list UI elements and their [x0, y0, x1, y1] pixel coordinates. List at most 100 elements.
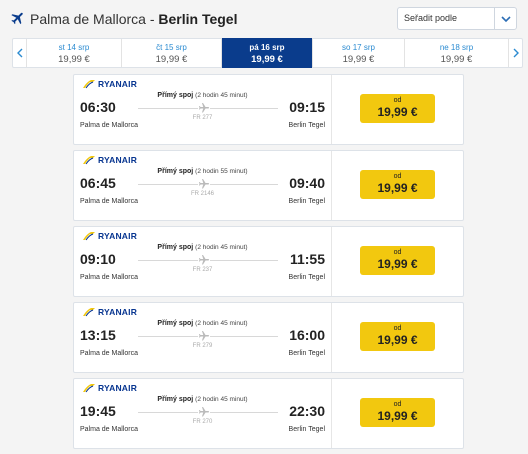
- plane-icon: [198, 406, 210, 418]
- departure-time: 06:45: [80, 175, 116, 191]
- arrival-city: Berlin Tegel: [288, 122, 325, 129]
- flight-number: FR 279: [192, 343, 213, 349]
- arrival-city: Berlin Tegel: [288, 350, 325, 357]
- price-button[interactable]: od 19,99 €: [360, 322, 435, 351]
- plane-icon: [198, 254, 210, 266]
- price-from-label: od: [393, 325, 402, 332]
- date-next-button[interactable]: [508, 39, 522, 67]
- flight-details: RYANAIR Přímý spoj (2 hodin 45 minut) 09…: [74, 227, 331, 296]
- flight-card[interactable]: RYANAIR Přímý spoj (2 hodin 45 minut) 13…: [73, 302, 464, 373]
- arrival-time: 09:40: [289, 175, 325, 191]
- flight-card[interactable]: RYANAIR Přímý spoj (2 hodin 55 minut) 06…: [73, 150, 464, 221]
- price-section: od 19,99 €: [331, 151, 463, 220]
- plane-icon: [11, 12, 23, 25]
- sort-label: Seřadit podle: [404, 13, 458, 23]
- departure-city: Palma de Mallorca: [80, 426, 138, 433]
- departure-city: Palma de Mallorca: [80, 122, 138, 129]
- chevron-right-icon: [513, 48, 519, 58]
- plane-icon: [198, 330, 210, 342]
- date-tab[interactable]: ne 18 srp 19,99 €: [405, 39, 508, 67]
- date-tab-active[interactable]: pá 16 srp 19,99 €: [222, 38, 313, 68]
- airline-logo: RYANAIR: [82, 382, 137, 394]
- airline-name: RYANAIR: [98, 231, 138, 241]
- price-value: 19,99 €: [377, 333, 418, 347]
- route-title: Palma de Mallorca - Berlin Tegel: [30, 11, 237, 27]
- flight-details: RYANAIR Přímý spoj (2 hodin 45 minut) 19…: [74, 379, 331, 448]
- date-label: st 14 srp: [58, 43, 90, 52]
- date-label: čt 15 srp: [156, 43, 187, 52]
- flight-number: FR 270: [192, 419, 213, 425]
- airline-name: RYANAIR: [98, 155, 138, 165]
- flight-number: FR 2146: [190, 191, 214, 197]
- direct-label: Přímý spoj: [157, 92, 194, 99]
- price-button[interactable]: od 19,99 €: [360, 170, 435, 199]
- arrival-city: Berlin Tegel: [288, 426, 325, 433]
- airline-logo: RYANAIR: [82, 154, 137, 166]
- arrival-time: 11:55: [289, 251, 325, 267]
- price-section: od 19,99 €: [331, 303, 463, 372]
- price-section: od 19,99 €: [331, 75, 463, 144]
- departure-city: Palma de Mallorca: [80, 274, 138, 281]
- direct-flight-info: Přímý spoj (2 hodin 45 minut): [74, 396, 331, 403]
- price-from-label: od: [393, 173, 402, 180]
- departure-time: 09:10: [80, 251, 116, 267]
- arrival-city: Berlin Tegel: [288, 198, 325, 205]
- flight-details: RYANAIR Přímý spoj (2 hodin 45 minut) 13…: [74, 303, 331, 372]
- date-tab[interactable]: čt 15 srp 19,99 €: [122, 39, 222, 67]
- departure-city: Palma de Mallorca: [80, 198, 138, 205]
- airline-name: RYANAIR: [98, 383, 138, 393]
- plane-icon: [198, 178, 210, 190]
- arrival-time: 09:15: [289, 99, 325, 115]
- price-value: 19,99 €: [377, 257, 418, 271]
- airline-logo: RYANAIR: [82, 306, 137, 318]
- ryanair-harp-icon: [83, 308, 95, 317]
- date-selector: st 14 srp 19,99 € čt 15 srp 19,99 € pá 1…: [12, 38, 523, 68]
- airline-name: RYANAIR: [98, 307, 138, 317]
- chevron-down-icon: [501, 16, 511, 23]
- flight-card[interactable]: RYANAIR Přímý spoj (2 hodin 45 minut) 09…: [73, 226, 464, 297]
- price-button[interactable]: od 19,99 €: [360, 94, 435, 123]
- date-price: 19,99 €: [440, 54, 473, 65]
- price-from-label: od: [393, 249, 402, 256]
- date-price: 19,99 €: [58, 54, 90, 65]
- direct-label: Přímý spoj: [157, 396, 194, 403]
- airline-logo: RYANAIR: [82, 78, 137, 90]
- arrival-time: 16:00: [289, 327, 325, 343]
- sort-select[interactable]: Seřadit podle: [397, 7, 517, 30]
- route-separator: -: [145, 11, 159, 27]
- date-label: so 17 srp: [342, 43, 375, 52]
- flight-details: RYANAIR Přímý spoj (2 hodin 55 minut) 06…: [74, 151, 331, 220]
- results-header: Palma de Mallorca - Berlin Tegel Seřadit…: [0, 0, 528, 38]
- date-prev-button[interactable]: [13, 39, 27, 67]
- flight-duration: (2 hodin 45 minut): [195, 244, 248, 251]
- arrival-time: 22:30: [289, 403, 325, 419]
- flight-duration: (2 hodin 45 minut): [195, 396, 248, 403]
- date-tab[interactable]: st 14 srp 19,99 €: [27, 39, 122, 67]
- flight-duration: (2 hodin 45 minut): [195, 320, 248, 327]
- airline-name: RYANAIR: [98, 79, 138, 89]
- date-label: ne 18 srp: [439, 43, 474, 52]
- price-value: 19,99 €: [377, 105, 418, 119]
- arrival-city: Berlin Tegel: [288, 274, 325, 281]
- route-to: Berlin Tegel: [158, 11, 238, 27]
- price-button[interactable]: od 19,99 €: [360, 246, 435, 275]
- flight-card[interactable]: RYANAIR Přímý spoj (2 hodin 45 minut) 06…: [73, 74, 464, 145]
- price-button[interactable]: od 19,99 €: [360, 398, 435, 427]
- direct-label: Přímý spoj: [157, 244, 194, 251]
- route-from: Palma de Mallorca: [30, 11, 146, 27]
- date-tab[interactable]: so 17 srp 19,99 €: [313, 39, 405, 67]
- flight-card[interactable]: RYANAIR Přímý spoj (2 hodin 45 minut) 19…: [73, 378, 464, 449]
- date-price: 19,99 €: [251, 54, 283, 65]
- flight-duration: (2 hodin 55 minut): [195, 168, 248, 175]
- date-label: pá 16 srp: [249, 43, 285, 52]
- price-from-label: od: [393, 401, 402, 408]
- ryanair-harp-icon: [83, 232, 95, 241]
- flight-details: RYANAIR Přímý spoj (2 hodin 45 minut) 06…: [74, 75, 331, 144]
- direct-flight-info: Přímý spoj (2 hodin 55 minut): [74, 168, 331, 175]
- price-section: od 19,99 €: [331, 227, 463, 296]
- ryanair-harp-icon: [83, 156, 95, 165]
- price-value: 19,99 €: [377, 409, 418, 423]
- flight-duration: (2 hodin 45 minut): [195, 92, 248, 99]
- direct-flight-info: Přímý spoj (2 hodin 45 minut): [74, 92, 331, 99]
- departure-time: 06:30: [80, 99, 116, 115]
